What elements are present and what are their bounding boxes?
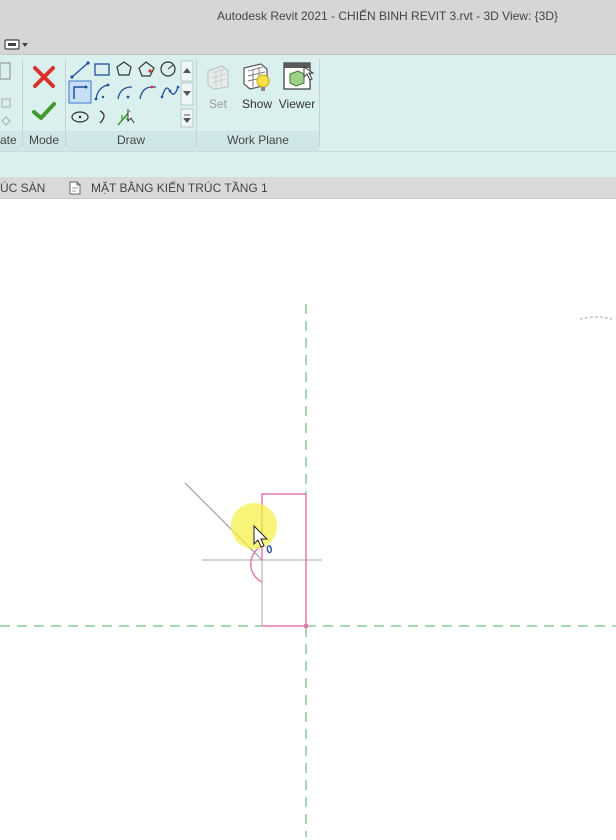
tangent-arc-tool-icon[interactable] [139,85,156,100]
create-tool-icon[interactable] [0,59,16,129]
show-label: Show [241,97,273,111]
show-work-plane-button[interactable]: Show [237,61,277,113]
rectangle-tool-icon[interactable] [94,63,110,76]
view-switch-dropdown-icon[interactable] [4,39,30,51]
inscribed-polygon-tool-icon[interactable] [116,61,132,76]
draw-tools-gallery [68,60,194,128]
title-bar: Autodesk Revit 2021 - CHIẾN BINH REVIT 3… [0,0,616,34]
spline-tool-icon[interactable] [160,85,180,99]
quick-access-toolbar [0,34,616,55]
temporary-dimension-label[interactable]: 0 [264,543,275,557]
set-work-plane-button[interactable]: Set [201,61,235,113]
work-plane-panel: Set Show Viewer Work Plane [197,55,319,151]
circumscribed-polygon-tool-icon[interactable] [138,61,155,77]
create-panel-label: ate [0,133,17,147]
work-plane-viewer-button[interactable]: Viewer [277,61,317,113]
ribbon: ate Mode Draw Set Show Viewer Work Plane [0,55,616,151]
drawing-canvas[interactable]: 0 [0,199,616,837]
line-tool-icon[interactable] [70,61,90,79]
view-tabs-bar: ÚC SÀN MẶT BẰNG KIẾN TRÚC TẦNG 1 [0,177,616,199]
start-end-arc-tool-icon[interactable] [94,83,110,101]
finish-edit-mode-button[interactable] [32,101,56,121]
gallery-scroll-down-icon[interactable] [180,82,194,106]
draw-panel-label: Draw [116,133,145,147]
sketch-endpoint [303,623,309,629]
mode-panel: Mode [23,55,65,151]
window-title: Autodesk Revit 2021 - CHIẾN BINH REVIT 3… [216,9,558,23]
view-tab-floor[interactable]: ÚC SÀN [0,181,45,195]
show-work-plane-icon [243,63,270,91]
sketch-arc[interactable] [250,545,263,583]
mode-panel-label: Mode [28,133,60,147]
floor-plan-view-icon [69,181,81,195]
viewer-label: Viewer [278,97,316,111]
draw-panel: Draw [66,55,196,151]
viewer-icon [283,62,314,90]
drawing-area[interactable]: 0 [0,199,616,837]
set-work-plane-icon [207,65,229,90]
pick-lines-tool-icon[interactable] [68,80,92,104]
create-panel: ate [0,55,22,151]
cancel-edit-mode-button[interactable] [32,65,56,89]
center-ends-arc-tool-icon[interactable] [117,86,133,100]
partial-ellipse-tool-icon[interactable] [99,110,105,124]
set-label: Set [208,97,227,111]
view-tab-architectural-floor-plan-1[interactable]: MẶT BẰNG KIẾN TRÚC TẦNG 1 [91,181,268,195]
gallery-scroll-up-icon[interactable] [180,60,194,82]
work-plane-panel-label: Work Plane [227,133,289,147]
circle-tool-icon[interactable] [160,61,176,77]
pick-walls-tool-icon[interactable] [117,109,135,126]
gallery-expand-icon[interactable] [180,108,194,128]
distant-element-mark [579,316,613,320]
ellipse-tool-icon[interactable] [71,111,89,123]
options-bar [0,151,616,178]
